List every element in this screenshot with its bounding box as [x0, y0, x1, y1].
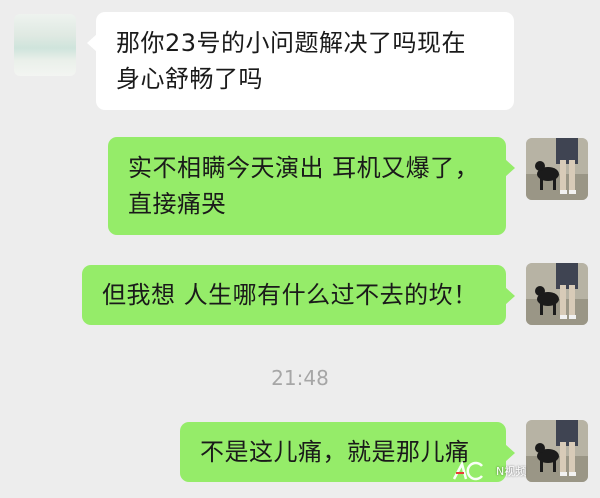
- message-text-line: 但我想 人生哪有什么过不去的坎！: [102, 281, 478, 309]
- person-with-dog-avatar-icon: [526, 263, 588, 325]
- self-avatar[interactable]: [526, 138, 588, 200]
- message-text-line: 实不相瞒今天演出 耳机又爆了，: [128, 154, 480, 182]
- self-avatar[interactable]: [526, 420, 588, 482]
- message-text-line: 直接痛哭: [128, 190, 226, 218]
- message-text-line: 不是这儿痛，就是那儿痛: [200, 438, 470, 466]
- person-with-dog-avatar-icon: [526, 420, 588, 482]
- bubble-tail: [505, 287, 515, 305]
- watermark-text: N视频: [496, 465, 527, 478]
- person-with-dog-avatar-icon: [526, 138, 588, 200]
- self-avatar[interactable]: [526, 263, 588, 325]
- message-timestamp: 21:48: [271, 366, 329, 390]
- message-text-line: 那你23号的小问题解决了吗现在: [116, 29, 467, 57]
- message-text-line: 身心舒畅了吗: [116, 65, 263, 93]
- message-bubble-outgoing[interactable]: 实不相瞒今天演出 耳机又爆了， 直接痛哭: [108, 137, 515, 235]
- contact-avatar[interactable]: [14, 14, 76, 76]
- message-bubble-incoming[interactable]: 那你23号的小问题解决了吗现在 身心舒畅了吗: [87, 12, 514, 110]
- bubble-tail: [505, 159, 515, 177]
- chat-window: 那你23号的小问题解决了吗现在 身心舒畅了吗 实不相瞒今天演出 耳机又爆了， 直…: [0, 0, 600, 498]
- nc-logo-icon: [452, 461, 483, 481]
- watermark: N视频: [452, 458, 526, 484]
- message-bubble-outgoing[interactable]: 但我想 人生哪有什么过不去的坎！: [82, 265, 515, 325]
- bubble-tail: [87, 34, 97, 52]
